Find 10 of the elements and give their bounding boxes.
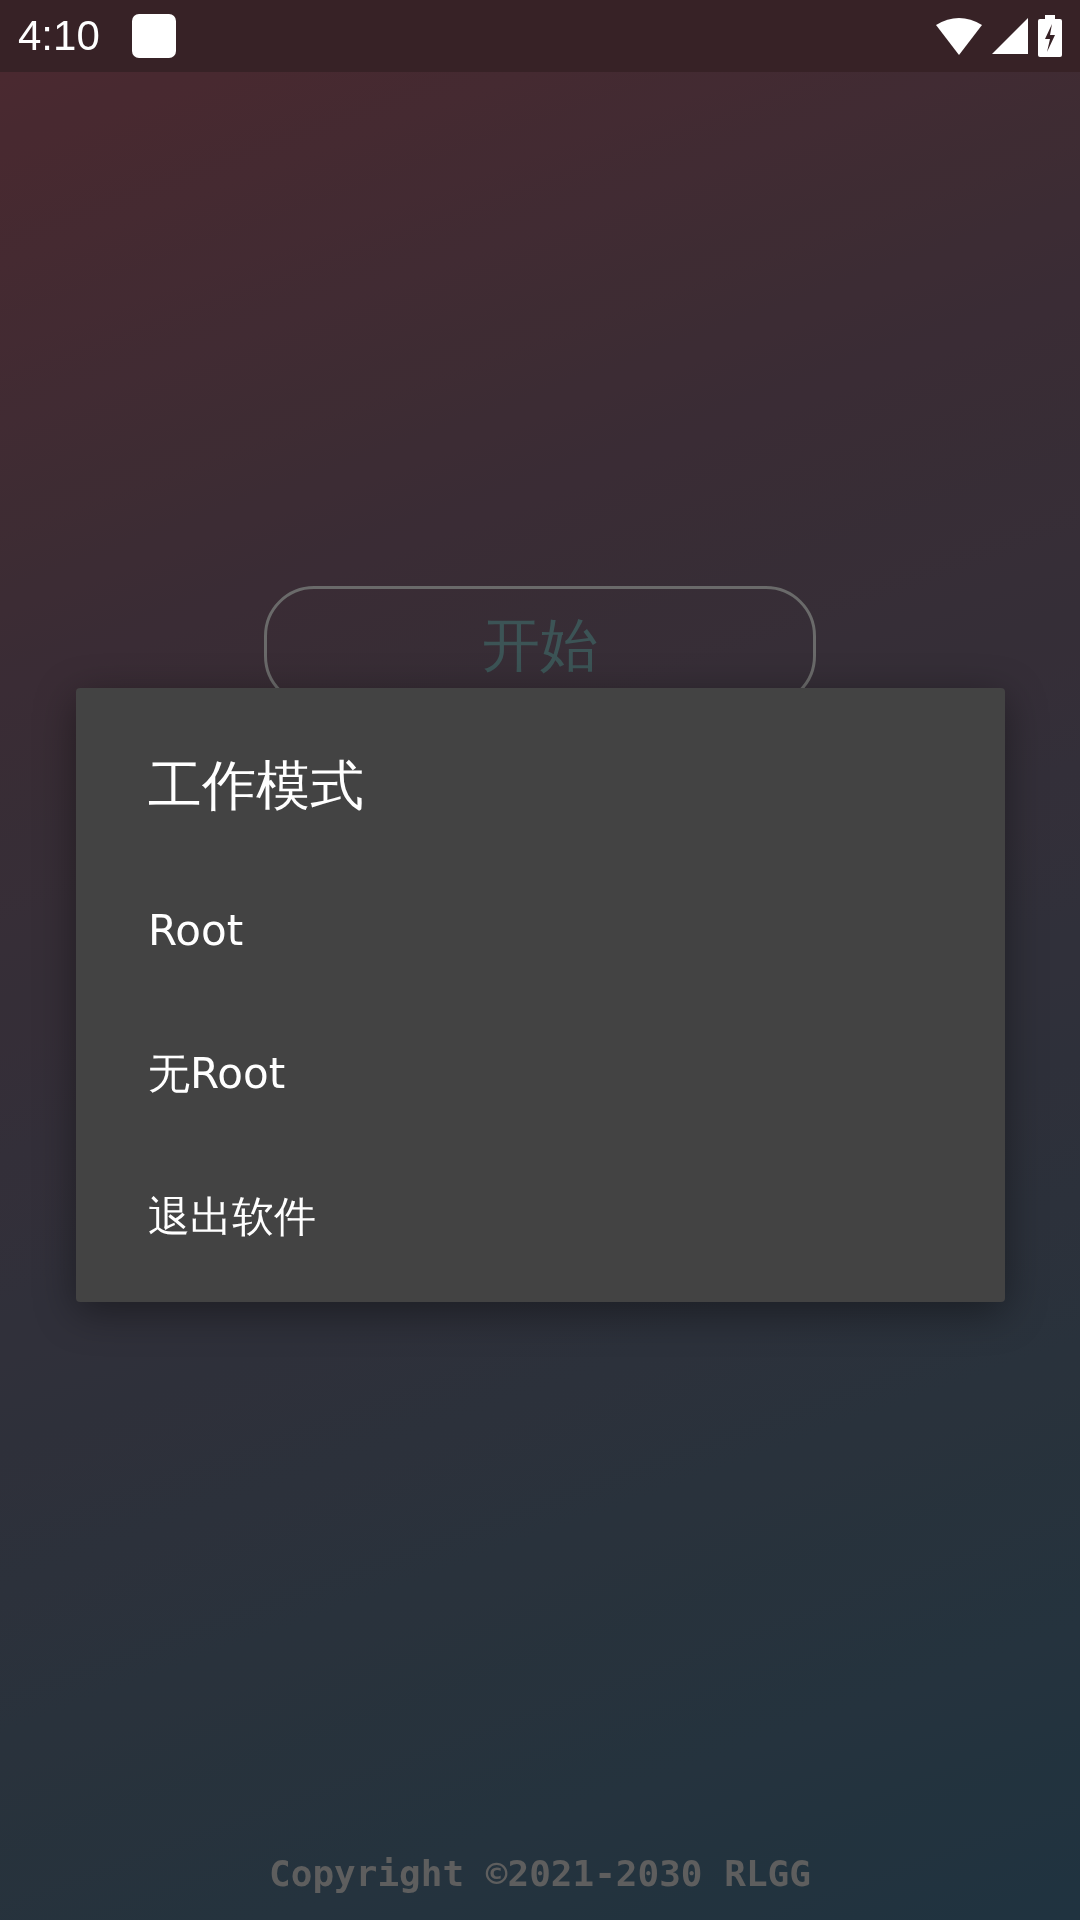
wifi-icon xyxy=(936,17,982,55)
app-notification-icon xyxy=(131,14,176,58)
dialog-option[interactable]: Root xyxy=(76,859,1005,1002)
battery-icon xyxy=(1038,15,1062,57)
signal-icon xyxy=(992,18,1028,54)
dialog-option[interactable]: 无Root xyxy=(76,1002,1005,1145)
status-time: 4:10 xyxy=(18,12,100,60)
dialog-option[interactable]: 退出软件 xyxy=(76,1145,1005,1288)
dialog-title: 工作模式 xyxy=(148,753,364,819)
copyright-text: Copyright ©2021-2030 RLGG xyxy=(269,1853,811,1894)
